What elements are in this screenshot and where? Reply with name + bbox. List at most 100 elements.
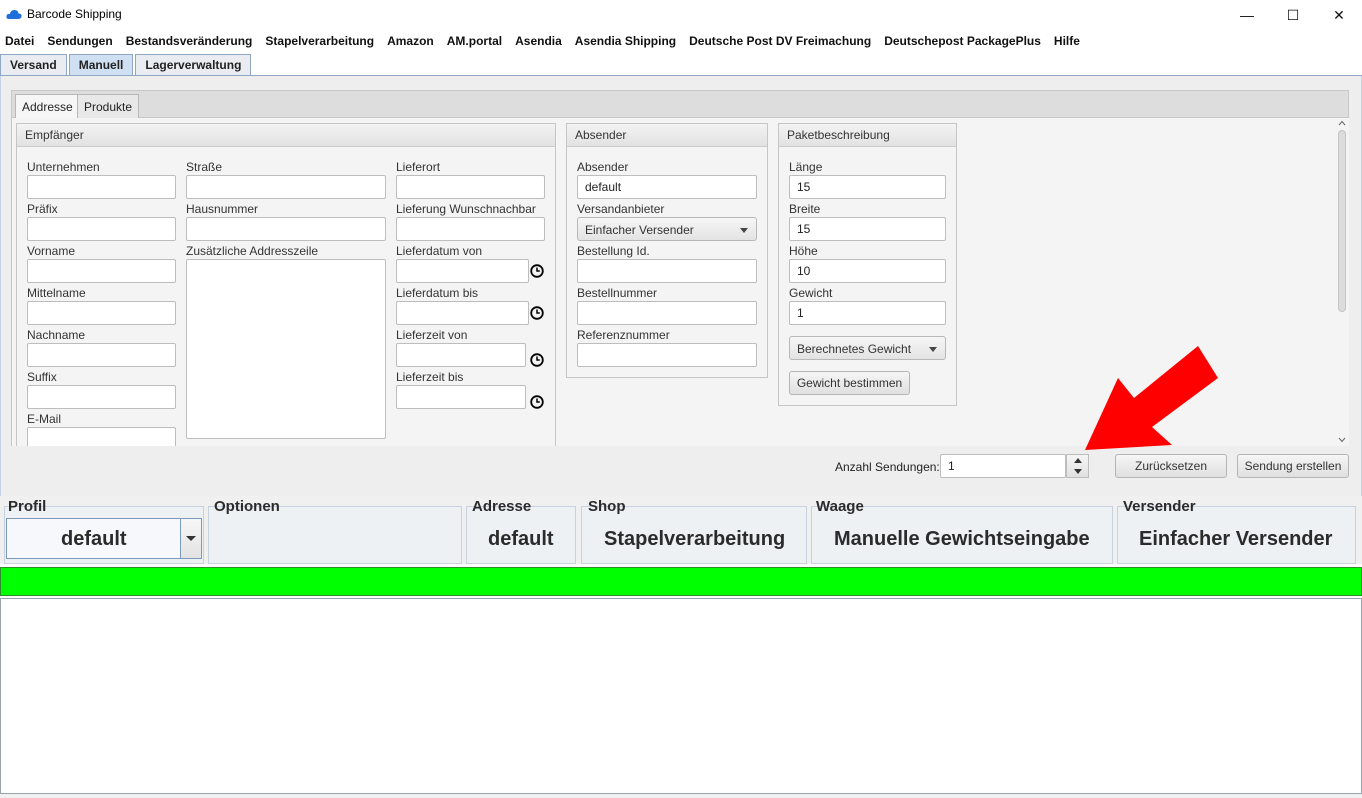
adresse-value: default (488, 528, 554, 550)
profil-dropdown-button[interactable] (180, 519, 201, 558)
log-area[interactable] (0, 598, 1362, 794)
stepper-down-icon[interactable] (1074, 469, 1082, 474)
sendung-erstellen-button[interactable]: Sendung erstellen (1237, 454, 1349, 478)
menu-asendia[interactable]: Asendia (515, 34, 562, 48)
clock-icon[interactable] (530, 395, 544, 409)
lieferzeit-bis-input[interactable] (396, 385, 526, 409)
menu-datei[interactable]: Datei (5, 34, 34, 48)
praefix-input[interactable] (27, 217, 176, 241)
gewicht-input[interactable]: 1 (789, 301, 946, 325)
label-hoehe: Höhe (789, 244, 818, 258)
hausnummer-input[interactable] (186, 217, 386, 241)
bestellnummer-input[interactable] (577, 301, 757, 325)
scroll-up-icon[interactable] (1338, 120, 1346, 126)
label-lieferung-wunschnachbar: Lieferung Wunschnachbar (396, 202, 536, 216)
tab-manuell[interactable]: Manuell (68, 54, 134, 75)
versandanbieter-value: Einfacher Versender (585, 223, 694, 237)
window-title: Barcode Shipping (27, 7, 122, 21)
absender-header: Absender (567, 124, 767, 147)
clock-icon[interactable] (530, 353, 544, 367)
chevron-down-icon (929, 347, 937, 352)
label-bestellung-id: Bestellung Id. (577, 244, 650, 258)
nachname-input[interactable] (27, 343, 176, 367)
tab-lagerverwaltung[interactable]: Lagerverwaltung (135, 54, 252, 75)
menu-deutsche-post-dv[interactable]: Deutsche Post DV Freimachung (689, 34, 871, 48)
label-mittelname: Mittelname (27, 286, 86, 300)
label-strasse: Straße (186, 160, 223, 174)
versender-value: Einfacher Versender (1139, 528, 1333, 550)
anzahl-sendungen-label: Anzahl Sendungen: (835, 460, 940, 474)
red-arrow-icon (1085, 346, 1218, 450)
menu-asendia-shipping[interactable]: Asendia Shipping (575, 34, 676, 48)
label-lieferdatum-von: Lieferdatum von (396, 244, 483, 258)
close-button[interactable]: ✕ (1316, 0, 1362, 30)
versandanbieter-select[interactable]: Einfacher Versender (577, 217, 757, 241)
anzahl-sendungen-input[interactable]: 1 (940, 454, 1066, 478)
maximize-button[interactable]: ☐ (1270, 0, 1316, 30)
label-suffix: Suffix (27, 370, 57, 384)
label-zusaetzliche-addresszeile: Zusätzliche Addresszeile (186, 244, 319, 258)
inner-tab-strip (11, 90, 1349, 118)
wunschnachbar-input[interactable] (396, 217, 545, 241)
vorname-input[interactable] (27, 259, 176, 283)
bottom-border (0, 794, 1362, 798)
label-lieferort: Lieferort (396, 160, 441, 174)
label-referenznummer: Referenznummer (577, 328, 670, 342)
gewicht-modus-select[interactable]: Berechnetes Gewicht (789, 336, 946, 360)
label-lieferdatum-bis: Lieferdatum bis (396, 286, 479, 300)
label-bestellnummer: Bestellnummer (577, 286, 658, 300)
label-lieferzeit-von: Lieferzeit von (396, 328, 468, 342)
paketbeschreibung-panel: Paketbeschreibung Länge 15 Breite 15 Höh… (778, 123, 957, 406)
waage-value: Manuelle Gewichtseingabe (834, 528, 1090, 550)
menu-stapelverarbeitung[interactable]: Stapelverarbeitung (265, 34, 374, 48)
scrollbar-thumb[interactable] (1338, 130, 1346, 312)
profil-select[interactable]: default (6, 518, 202, 559)
menu-amportal[interactable]: AM.portal (447, 34, 502, 48)
empfaenger-panel: Empfänger Unternehmen Präfix Vorname Mit… (16, 123, 556, 446)
tab-produkte[interactable]: Produkte (77, 94, 140, 118)
gewicht-bestimmen-button[interactable]: Gewicht bestimmen (789, 371, 910, 395)
absender-panel: Absender Absender default Versandanbiete… (566, 123, 768, 378)
unternehmen-input[interactable] (27, 175, 176, 199)
minimize-button[interactable]: — (1224, 0, 1270, 30)
bestellung-id-input[interactable] (577, 259, 757, 283)
label-nachname: Nachname (27, 328, 86, 342)
chevron-down-icon (740, 228, 748, 233)
tab-addresse[interactable]: Addresse (15, 94, 80, 118)
strasse-input[interactable] (186, 175, 386, 199)
menu-amazon[interactable]: Amazon (387, 34, 434, 48)
laenge-input[interactable]: 15 (789, 175, 946, 199)
main-tabs: Versand Manuell Lagerverwaltung (0, 54, 253, 76)
label-hausnummer: Hausnummer (186, 202, 259, 216)
profil-value: default (61, 528, 127, 550)
label-unternehmen: Unternehmen (27, 160, 100, 174)
label-absender: Absender (577, 160, 629, 174)
label-vorname: Vorname (27, 244, 76, 258)
addresszeile-textarea[interactable] (186, 259, 386, 439)
lieferort-input[interactable] (396, 175, 545, 199)
menu-deutschepost-packageplus[interactable]: Deutschepost PackagePlus (884, 34, 1041, 48)
lieferzeit-von-input[interactable] (396, 343, 526, 367)
mittelname-input[interactable] (27, 301, 176, 325)
cloud-icon (6, 10, 22, 19)
clock-icon[interactable] (530, 306, 544, 320)
chevron-down-icon (186, 536, 196, 541)
clock-icon[interactable] (530, 264, 544, 278)
adresse-title: Adresse (472, 498, 532, 515)
suffix-input[interactable] (27, 385, 176, 409)
tab-versand[interactable]: Versand (0, 54, 67, 75)
breite-input[interactable]: 15 (789, 217, 946, 241)
menu-hilfe[interactable]: Hilfe (1054, 34, 1080, 48)
menu-sendungen[interactable]: Sendungen (47, 34, 112, 48)
lieferdatum-bis-input[interactable] (396, 301, 529, 325)
optionen-title: Optionen (214, 498, 280, 515)
label-gewicht: Gewicht (789, 286, 833, 300)
scroll-down-icon[interactable] (1338, 437, 1346, 443)
lieferdatum-von-input[interactable] (396, 259, 529, 283)
email-input[interactable] (27, 427, 176, 446)
label-praefix: Präfix (27, 202, 58, 216)
menu-bestandsveraenderung[interactable]: Bestandsveränderung (126, 34, 253, 48)
hoehe-input[interactable]: 10 (789, 259, 946, 283)
absender-input[interactable]: default (577, 175, 757, 199)
referenznummer-input[interactable] (577, 343, 757, 367)
